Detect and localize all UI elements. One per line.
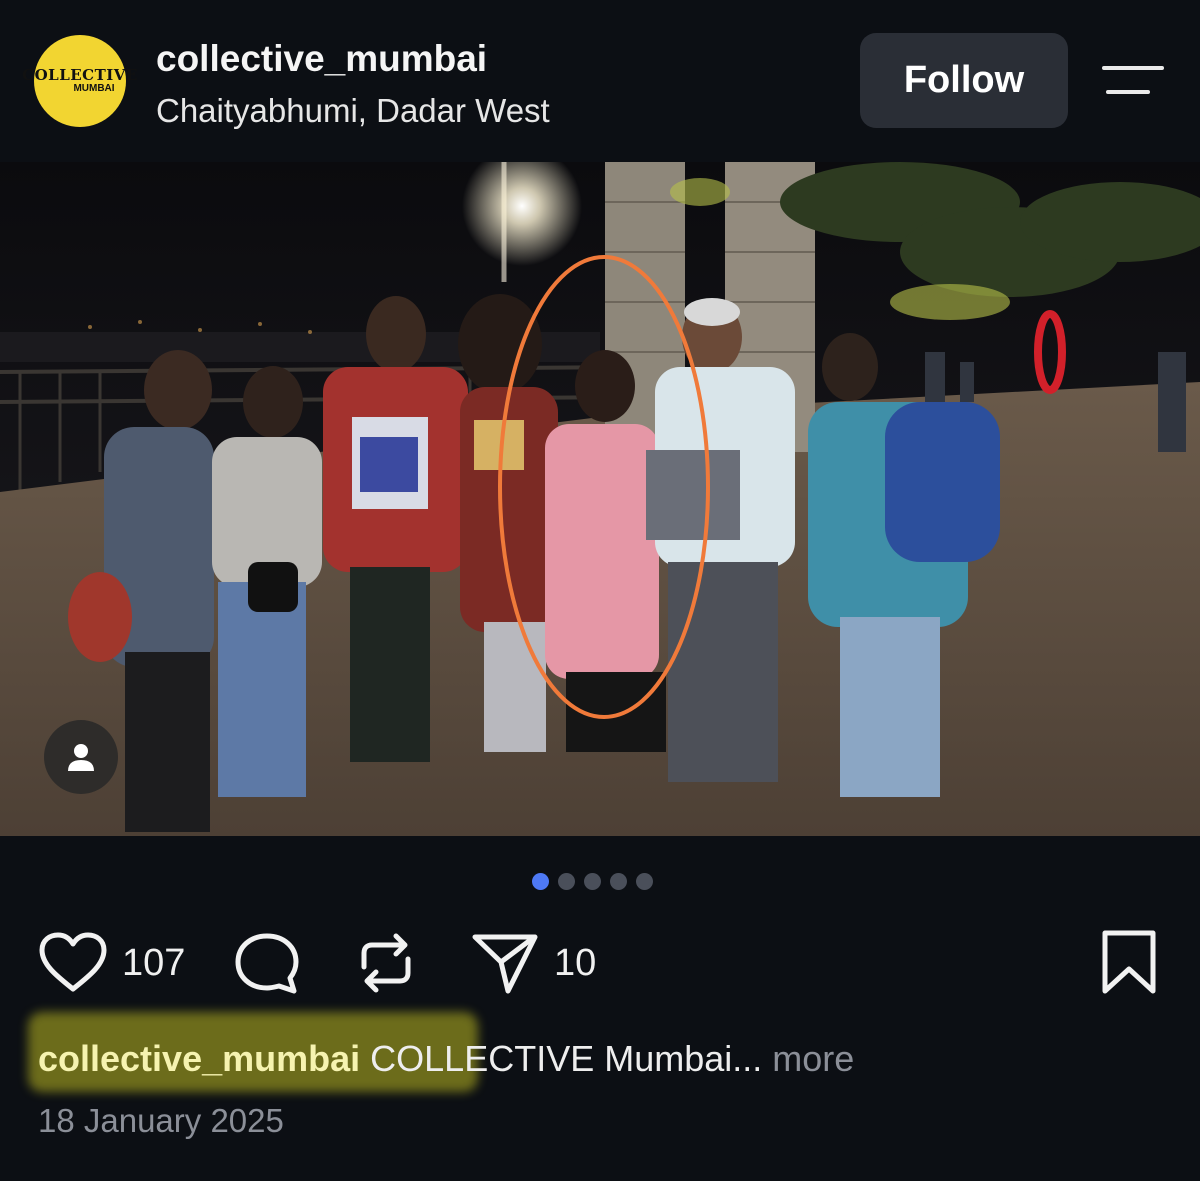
post-caption: collective_mumbai COLLECTIVE Mumbai... m… [38, 1038, 854, 1080]
menu-icon[interactable] [1102, 64, 1164, 100]
carousel-dot-5[interactable] [636, 873, 653, 890]
account-username[interactable]: collective_mumbai [156, 38, 487, 80]
person-icon [68, 744, 94, 771]
tagged-people-button[interactable] [44, 720, 118, 794]
post-date: 18 January 2025 [38, 1102, 284, 1139]
caption-more-link[interactable]: more [772, 1038, 854, 1079]
follow-button[interactable]: Follow [860, 33, 1068, 128]
avatar-logo-subtext: MUMBAI [73, 83, 115, 94]
carousel-dot-1[interactable] [532, 873, 549, 890]
repost-button[interactable] [354, 929, 418, 997]
post-header: COLLECTIVE MUMBAI collective_mumbai Chai… [0, 0, 1200, 160]
comment-button[interactable] [233, 931, 301, 995]
avatar-logo-text: COLLECTIVE [22, 66, 138, 84]
post-photo[interactable] [0, 162, 1200, 836]
carousel-dot-4[interactable] [610, 873, 627, 890]
comment-icon [235, 933, 299, 994]
group-photo-illustration [0, 162, 1200, 836]
avatar[interactable]: COLLECTIVE MUMBAI [22, 35, 137, 127]
share-icon [472, 934, 538, 994]
share-button[interactable]: 10 [470, 929, 596, 997]
caption-text: COLLECTIVE Mumbai... [370, 1038, 763, 1079]
carousel-dots [532, 873, 653, 891]
person-6 [646, 298, 795, 782]
post-location[interactable]: Chaityabhumi, Dadar West [156, 92, 550, 130]
carousel-dot-3[interactable] [584, 873, 601, 890]
caption-username[interactable]: collective_mumbai [38, 1038, 360, 1079]
heart-icon [39, 932, 107, 992]
post-actions: 107 10 [0, 925, 1200, 1005]
like-button[interactable]: 107 [38, 931, 185, 995]
bookmark-button[interactable] [1100, 929, 1158, 995]
repost-icon [361, 933, 411, 993]
like-count: 107 [122, 941, 186, 984]
share-count: 10 [554, 941, 597, 984]
carousel-dot-2[interactable] [558, 873, 575, 890]
bookmark-icon [1102, 930, 1156, 994]
